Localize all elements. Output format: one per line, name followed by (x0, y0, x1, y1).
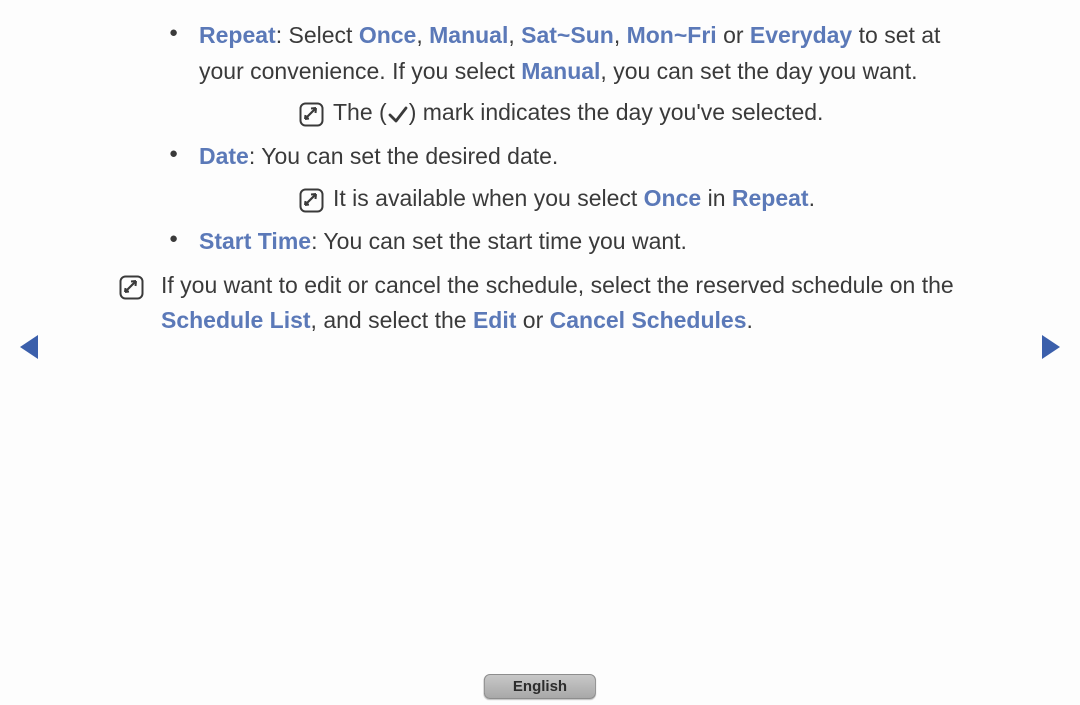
label-start-time: Start Time (199, 228, 311, 254)
opt-satsun: Sat~Sun (521, 22, 614, 48)
t: , you can set the day you want. (600, 58, 917, 84)
t: . (809, 185, 815, 211)
hl-cancel-schedules: Cancel Schedules (550, 307, 747, 333)
hl-schedule-list: Schedule List (161, 307, 311, 333)
t: : Select (276, 22, 359, 48)
bullet-repeat: Repeat: Select Once, Manual, Sat~Sun, Mo… (115, 18, 975, 131)
checkmark-icon (387, 99, 409, 125)
opt-once: Once (359, 22, 417, 48)
t: ) mark indicates the day you've selected… (409, 99, 824, 125)
bullet-date: Date: You can set the desired date. It i… (115, 139, 975, 216)
t: If you want to edit or cancel the schedu… (161, 272, 954, 298)
opt-manual: Manual (429, 22, 508, 48)
prev-page-button[interactable] (18, 333, 40, 361)
opt-monfri: Mon~Fri (627, 22, 717, 48)
t: or (717, 22, 750, 48)
bullet-start-time: Start Time: You can set the start time y… (115, 224, 975, 260)
t: The ( (333, 99, 387, 125)
opt-manual2: Manual (521, 58, 600, 84)
t: : You can set the start time you want. (311, 228, 687, 254)
hl-edit: Edit (473, 307, 516, 333)
label-date: Date (199, 143, 249, 169)
t: , (508, 22, 521, 48)
t: : You can set the desired date. (249, 143, 558, 169)
hl-repeat: Repeat (732, 185, 809, 211)
page-content: Repeat: Select Once, Manual, Sat~Sun, Mo… (115, 18, 975, 339)
note-icon (299, 97, 324, 122)
language-pill[interactable]: English (484, 674, 596, 699)
t: , and select the (311, 307, 473, 333)
opt-everyday: Everyday (750, 22, 852, 48)
note-repeat: The ( ) mark indicates the day you've sel… (199, 95, 975, 131)
hl-once: Once (644, 185, 702, 211)
next-page-button[interactable] (1040, 333, 1062, 361)
note-edit-cancel: If you want to edit or cancel the schedu… (115, 268, 975, 339)
t: in (701, 185, 732, 211)
note-icon (299, 183, 324, 208)
t: It is available when you select (333, 185, 644, 211)
note-date: It is available when you select Once in … (199, 181, 975, 217)
t: , (614, 22, 627, 48)
t: . (746, 307, 752, 333)
note-icon (119, 270, 144, 295)
label-repeat: Repeat (199, 22, 276, 48)
t: or (516, 307, 549, 333)
t: , (416, 22, 429, 48)
